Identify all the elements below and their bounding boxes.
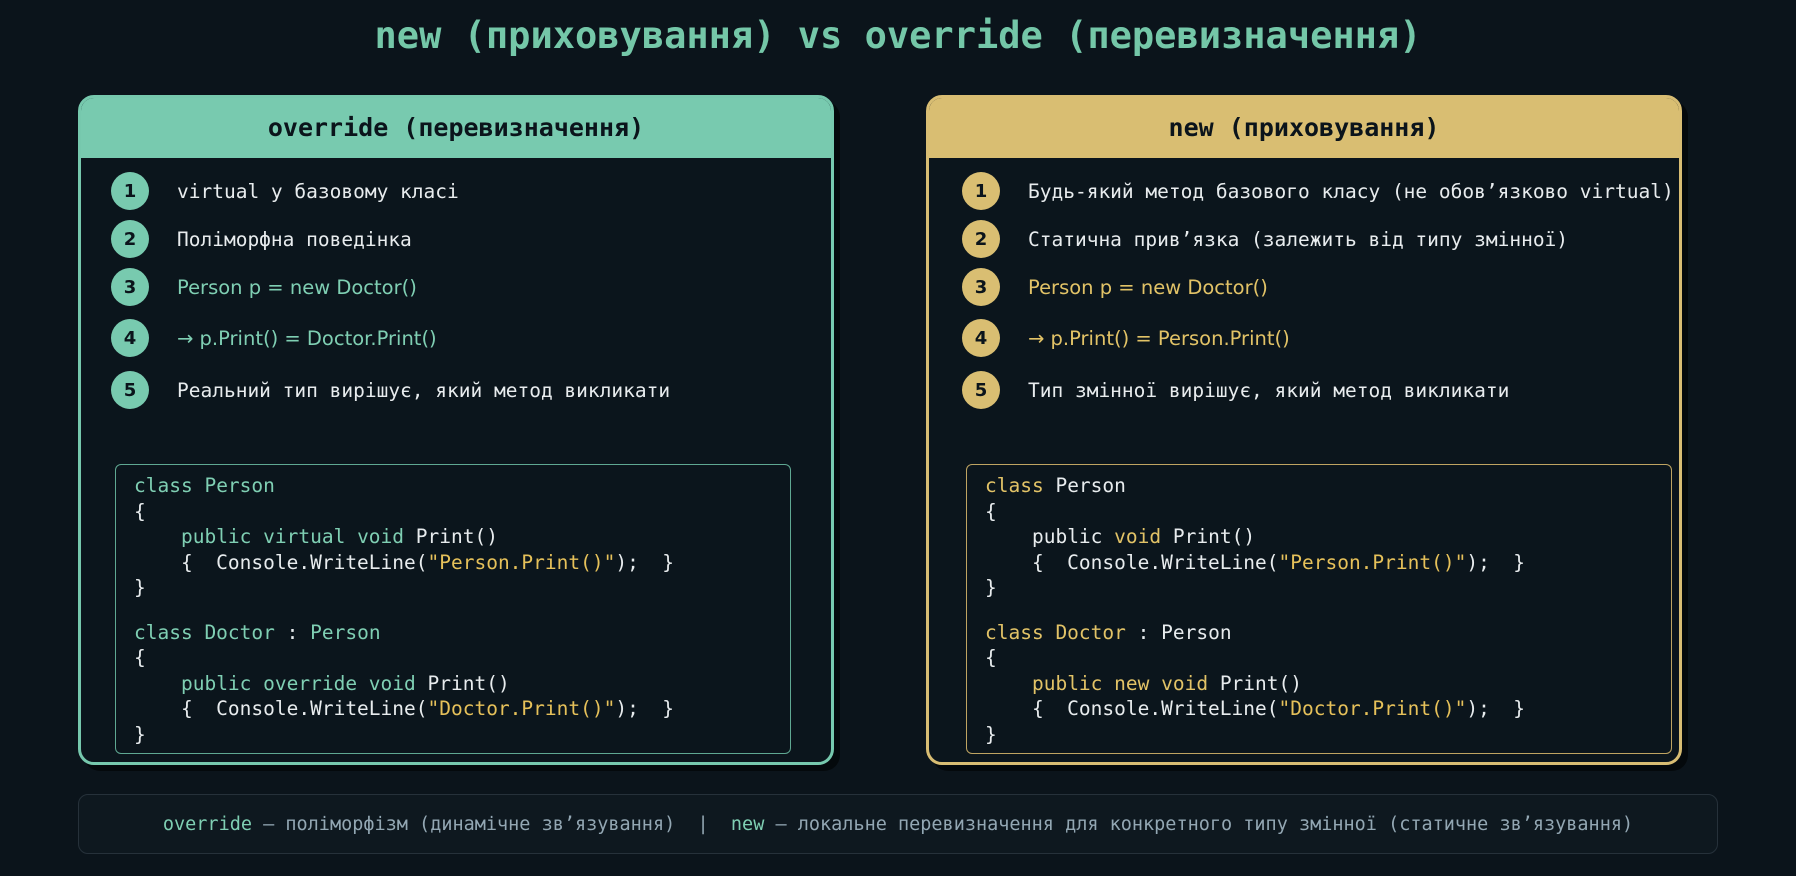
step-text: Person p = new Doctor() [177,275,417,299]
code-line: public virtual void Print() [134,524,790,550]
code-keyword: class [985,474,1044,497]
override-step-3: 3 Person p = new Doctor() [111,267,811,307]
code-line: { [985,499,997,523]
code-line: } [134,722,146,746]
step-number-badge: 5 [962,371,1000,409]
code-line: class Doctor : Person [134,620,790,646]
override-card-header: override (перевизначення) [81,98,831,158]
code-gap [985,601,1671,620]
code-line: { [134,499,146,523]
step-text: Поліморфна поведінка [177,227,412,251]
override-step-2: 2 Поліморфна поведінка [111,219,811,259]
code-class-name: Person [1055,474,1126,497]
code-line: } [985,576,997,599]
footer-override-text: — поліморфізм (динамічне зв’язування) | [251,813,731,835]
code-class-name: Person [310,620,381,644]
step-number-badge: 2 [962,220,1000,258]
footer-override-keyword: override [162,813,252,835]
step-number-badge: 3 [111,268,149,306]
footer-new-text: — локальне перевизначення для конкретног… [764,813,1634,835]
code-text: { Console.WriteLine( [985,550,1279,574]
code-string: "Doctor.Print()" [427,697,616,720]
new-card: new (приховування) 1 Будь-який метод баз… [926,95,1682,765]
code-line: { Console.WriteLine("Doctor.Print()"); } [134,696,790,722]
step-text: virtual у базовому класі [177,179,459,203]
code-line: } [134,576,146,599]
step-number-badge: 4 [962,319,1000,357]
code-string: "Person.Print()" [1278,550,1467,574]
code-line: { [134,646,146,669]
code-string: "Doctor.Print()" [1278,697,1467,720]
page-title: new (приховування) vs override (перевизн… [374,14,1422,57]
code-method: Print() [404,525,498,548]
step-text: Реальний тип вирішує, який метод виклика… [177,378,671,402]
code-keyword: class [134,474,193,497]
code-line: public new void Print() [985,671,1671,697]
code-method: Print() [1208,671,1302,695]
step-text: → p.Print() = Doctor.Print() [177,326,437,350]
step-text: Статична прив’язка (залежить від типу зм… [1028,227,1569,251]
code-line: { [985,646,997,669]
code-gap [134,601,790,620]
code-keyword: public [1031,525,1103,548]
step-number-badge: 5 [111,371,149,409]
code-keyword: void [1114,525,1162,548]
step-text: → p.Print() = Person.Print() [1028,326,1290,350]
code-string: "Person.Print()" [427,550,616,574]
override-step-4: 4 → p.Print() = Doctor.Print() [111,318,811,358]
override-card: override (перевизначення) 1 virtual у ба… [78,95,834,765]
new-step-5: 5 Тип змінної вирішує, який метод виклик… [962,370,1662,410]
step-number-badge: 2 [111,220,149,258]
new-step-2: 2 Статична прив’язка (залежить від типу … [962,219,1662,259]
step-number-badge: 1 [111,172,149,210]
step-number-badge: 3 [962,268,1000,306]
code-text: { Console.WriteLine( [985,697,1279,720]
code-line: { Console.WriteLine("Person.Print()"); } [134,550,790,576]
summary-footer: override — поліморфізм (динамічне зв’язу… [78,794,1718,854]
code-class-name: Person [1161,620,1232,644]
code-text: ); } [1466,697,1526,720]
code-keyword: public new void [1031,671,1209,695]
code-line: class Person [985,473,1671,499]
code-keyword: class Doctor [134,620,275,644]
code-line: class Person [134,473,790,499]
new-step-4: 4 → p.Print() = Person.Print() [962,318,1662,358]
code-line: { Console.WriteLine("Person.Print()"); } [985,550,1671,576]
code-keyword: class Doctor [985,620,1126,644]
code-method: Print() [415,671,510,695]
new-card-header: new (приховування) [929,98,1679,158]
step-number-badge: 1 [962,172,1000,210]
override-step-5: 5 Реальний тип вирішує, який метод викли… [111,370,811,410]
code-text: ); } [615,697,675,720]
new-step-3: 3 Person p = new Doctor() [962,267,1662,307]
code-line: } [985,722,997,746]
code-keyword: public override void [180,671,416,695]
code-text: : [274,620,311,644]
code-line: class Doctor : Person [985,620,1671,646]
override-step-1: 1 virtual у базовому класі [111,171,811,211]
code-text: ); } [1466,550,1526,574]
code-text: { Console.WriteLine( [134,697,428,720]
code-method: Print() [1161,525,1256,548]
code-line: { Console.WriteLine("Doctor.Print()"); } [985,696,1671,722]
code-line: public override void Print() [134,671,790,697]
code-class-name: Person [204,474,275,497]
step-text: Person p = new Doctor() [1028,275,1268,299]
step-number-badge: 4 [111,319,149,357]
step-text: Будь-який метод базового класу (не обов’… [1028,179,1674,203]
code-line: public void Print() [985,524,1671,550]
new-code-block: class Person { public void Print() { Con… [966,464,1672,754]
code-text: ); } [615,550,675,574]
new-step-1: 1 Будь-який метод базового класу (не обо… [962,171,1674,211]
override-code-block: class Person { public virtual void Print… [115,464,791,754]
footer-new-keyword: new [730,813,765,835]
code-text: { Console.WriteLine( [134,550,428,574]
step-text: Тип змінної вирішує, який метод викликат… [1028,378,1510,402]
code-keyword: public virtual void [180,525,405,548]
code-text: : [1125,620,1162,644]
